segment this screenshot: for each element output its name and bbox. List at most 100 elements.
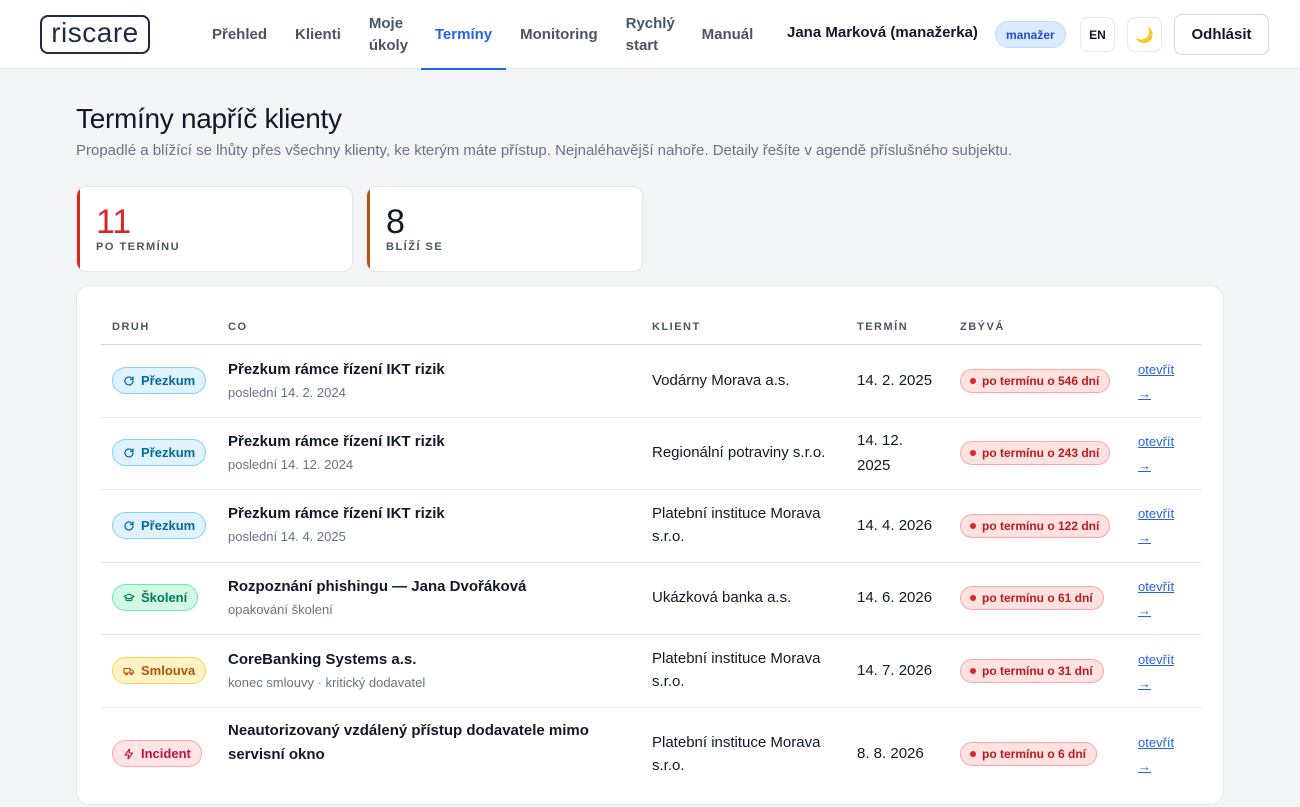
- item-subtitle: opakování školení: [228, 602, 333, 617]
- item-title: Přezkum rámce řízení IKT rizik: [228, 361, 445, 378]
- nav-item-klienti[interactable]: Klienti: [281, 0, 355, 69]
- column-header-klient[interactable]: KLIENT: [652, 321, 701, 333]
- type-label: Incident: [141, 746, 191, 761]
- column-header-co[interactable]: CO: [228, 321, 248, 333]
- riscare-logo[interactable]: riscare: [40, 15, 150, 54]
- remaining-text: po termínu o 546 dní: [982, 374, 1100, 388]
- remaining-badge: po termínu o 31 dní: [960, 659, 1104, 683]
- logout-button[interactable]: Odhlásit: [1174, 14, 1269, 55]
- remaining-badge: po termínu o 6 dní: [960, 742, 1097, 766]
- client-name: Platební instituce Morava s.r.o.: [652, 650, 821, 690]
- item-subtitle: poslední 14. 2. 2024: [228, 385, 346, 400]
- role-badge: manažer: [995, 21, 1066, 48]
- client-name: Platební instituce Morava s.r.o.: [652, 734, 821, 774]
- item-title: Přezkum rámce řízení IKT rizik: [228, 433, 445, 450]
- client-name: Regionální potraviny s.r.o.: [652, 444, 826, 461]
- table-row: Smlouva CoreBanking Systems a.s. konec s…: [101, 635, 1201, 708]
- remaining-text: po termínu o 31 dní: [982, 664, 1093, 678]
- column-header-termin[interactable]: TERMÍN: [857, 321, 908, 333]
- column-header-druh[interactable]: DRUH: [112, 321, 150, 333]
- type-label: Přezkum: [141, 518, 196, 533]
- deadline-date: 14. 4. 2026: [857, 517, 933, 534]
- open-link[interactable]: otevřít →: [1138, 430, 1188, 478]
- stat-accent-bar: [367, 187, 370, 271]
- nav-item-manual[interactable]: Manuál: [688, 0, 768, 69]
- overdue-dot-icon: [970, 450, 976, 456]
- truck-icon: [123, 667, 135, 675]
- nav-item-monitoring[interactable]: Monitoring: [506, 0, 611, 69]
- table-row: Přezkum Přezkum rámce řízení IKT rizik p…: [101, 490, 1201, 563]
- remaining-badge: po termínu o 61 dní: [960, 586, 1104, 610]
- nav-item-prehled[interactable]: Přehled: [198, 0, 281, 69]
- moon-icon: 🌙: [1135, 26, 1154, 44]
- user-name: Jana Marková (manažerka): [787, 24, 978, 41]
- overdue-dot-icon: [970, 668, 976, 674]
- table-row: Školení Rozpoznání phishingu — Jana Dvoř…: [101, 562, 1201, 635]
- deadline-date: 14. 7. 2026: [857, 662, 933, 679]
- open-link[interactable]: otevřít →: [1138, 502, 1188, 550]
- refresh-icon: [124, 375, 134, 386]
- open-link[interactable]: otevřít →: [1138, 575, 1188, 623]
- deadline-date: 14. 6. 2026: [857, 589, 933, 606]
- stat-label: PO TERMÍNU: [96, 241, 181, 253]
- open-link[interactable]: otevřít →: [1138, 358, 1188, 406]
- page-title: Termíny napříč klienty: [76, 103, 342, 134]
- top-navigation-bar: riscare Přehled Klienti Moje úkoly Termí…: [0, 0, 1300, 70]
- open-link[interactable]: otevřít →: [1138, 648, 1188, 696]
- remaining-text: po termínu o 6 dní: [982, 747, 1086, 761]
- main-nav: Přehled Klienti Moje úkoly Termíny Monit…: [198, 0, 768, 70]
- item-subtitle: konec smlouvy · kritický dodavatel: [228, 675, 426, 690]
- item-title: Rozpoznání phishingu — Jana Dvořáková: [228, 578, 527, 595]
- overdue-dot-icon: [970, 751, 976, 757]
- remaining-badge: po termínu o 546 dní: [960, 369, 1111, 393]
- table-row: Incident Neautorizovaný vzdálený přístup…: [101, 707, 1201, 807]
- refresh-icon: [124, 520, 134, 531]
- stat-accent-bar: [77, 187, 80, 271]
- stat-card-overdue: 11 PO TERMÍNU: [76, 186, 353, 272]
- stat-value: 11: [96, 203, 132, 241]
- remaining-text: po termínu o 61 dní: [982, 591, 1093, 605]
- type-badge-review: Přezkum: [112, 439, 207, 466]
- item-title: CoreBanking Systems a.s.: [228, 651, 417, 668]
- nav-item-rychly-start[interactable]: Rychlý start: [612, 0, 688, 69]
- remaining-badge: po termínu o 122 dní: [960, 514, 1111, 538]
- deadline-date: 14. 2. 2025: [857, 372, 933, 389]
- type-badge-review: Přezkum: [112, 367, 207, 394]
- language-toggle-button[interactable]: EN: [1080, 17, 1115, 52]
- overdue-dot-icon: [970, 523, 976, 529]
- type-label: Přezkum: [141, 373, 196, 388]
- item-title: Přezkum rámce řízení IKT rizik: [228, 505, 445, 522]
- deadlines-table: DRUH CO KLIENT TERMÍN ZBÝVÁ Přezkum Přez…: [76, 285, 1224, 805]
- type-label: Školení: [141, 590, 188, 605]
- item-title: Neautorizovaný vzdálený přístup dodavate…: [228, 722, 589, 763]
- stat-value: 8: [386, 203, 405, 241]
- overdue-dot-icon: [970, 595, 976, 601]
- client-name: Platební instituce Morava s.r.o.: [652, 505, 821, 545]
- column-header-zbyva[interactable]: ZBÝVÁ: [960, 321, 1005, 333]
- item-subtitle: poslední 14. 12. 2024: [228, 457, 354, 472]
- theme-toggle-button[interactable]: 🌙: [1127, 17, 1162, 52]
- remaining-badge: po termínu o 243 dní: [960, 441, 1111, 465]
- remaining-text: po termínu o 122 dní: [982, 519, 1100, 533]
- type-badge-incident: Incident: [112, 740, 202, 767]
- page-subtitle: Propadlé a blížící se lhůty přes všechny…: [76, 142, 1013, 159]
- graduation-cap-icon: [123, 592, 135, 601]
- type-label: Smlouva: [141, 663, 196, 678]
- client-name: Ukázková banka a.s.: [652, 589, 792, 606]
- nav-item-moje-ukoly[interactable]: Moje úkoly: [355, 0, 421, 69]
- overdue-dot-icon: [970, 378, 976, 384]
- stat-card-upcoming: 8 BLÍŽÍ SE: [366, 186, 643, 272]
- nav-item-terminy[interactable]: Termíny: [420, 0, 507, 70]
- type-badge-training: Školení: [112, 584, 199, 611]
- table-row: Přezkum Přezkum rámce řízení IKT rizik p…: [101, 417, 1201, 490]
- client-name: Vodárny Morava a.s.: [652, 372, 790, 389]
- remaining-text: po termínu o 243 dní: [982, 446, 1100, 460]
- item-subtitle: poslední 14. 4. 2025: [228, 529, 346, 544]
- type-label: Přezkum: [141, 445, 196, 460]
- lightning-icon: [124, 747, 134, 760]
- type-badge-contract: Smlouva: [112, 657, 207, 684]
- table-row: Přezkum Přezkum rámce řízení IKT rizik p…: [101, 345, 1201, 418]
- deadline-date: 14. 12. 2025: [857, 432, 903, 474]
- stat-label: BLÍŽÍ SE: [386, 241, 444, 253]
- deadline-date: 8. 8. 2026: [857, 745, 924, 762]
